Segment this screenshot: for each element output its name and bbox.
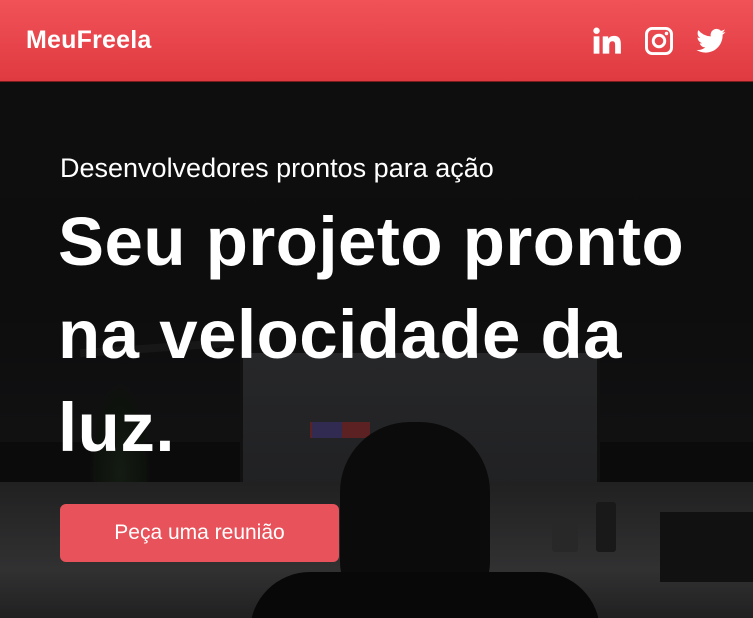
social-links	[590, 24, 728, 58]
hero-subtitle: Desenvolvedores prontos para ação	[60, 153, 494, 183]
linkedin-icon	[593, 27, 621, 54]
request-meeting-button[interactable]: Peça uma reunião	[60, 504, 339, 562]
hero-headline: Seu projeto pronto na velocidade da luz.	[58, 203, 685, 466]
brand-logo[interactable]: MeuFreela	[26, 26, 151, 55]
twitter-link[interactable]	[694, 24, 728, 58]
twitter-icon	[696, 28, 726, 53]
top-navbar: MeuFreela	[0, 0, 753, 82]
instagram-icon	[645, 26, 673, 55]
instagram-link[interactable]	[642, 24, 676, 58]
linkedin-link[interactable]	[590, 24, 624, 58]
